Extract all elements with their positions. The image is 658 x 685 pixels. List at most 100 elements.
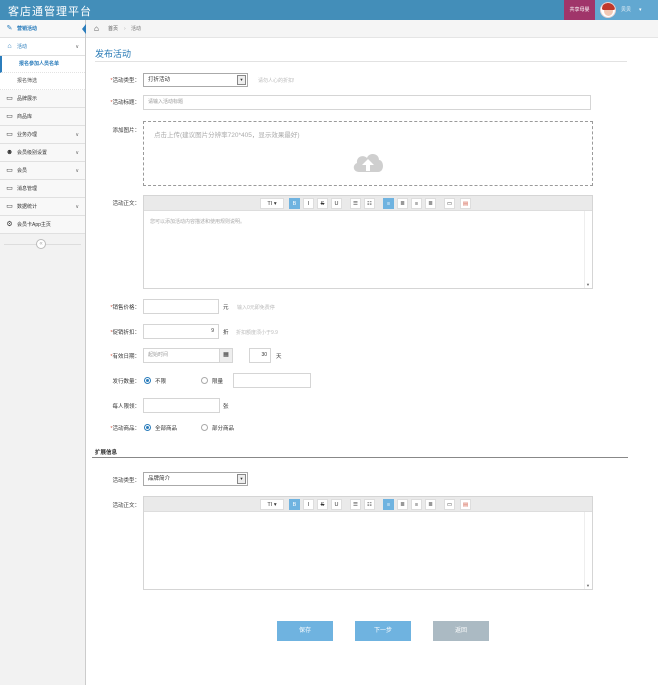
discount-label: *促销折扣： xyxy=(110,330,140,336)
calendar-icon[interactable]: ▦ xyxy=(219,348,233,363)
sidebar-item-label: 数据统计 xyxy=(17,204,38,210)
editor-toolbar: TI ▾ B I S U ☰ ☷ ≡ ≣ ≡ ≣ ▭ ▤ xyxy=(144,497,592,512)
unordered-list-button[interactable]: ☷ xyxy=(364,198,375,209)
save-button[interactable]: 保存 xyxy=(277,621,333,641)
activity-title-input[interactable]: 请输入活动标题 xyxy=(143,95,591,110)
activity-type-value: 打折活动 xyxy=(148,77,171,83)
brand-title: 客店通管理平台 xyxy=(8,5,92,18)
goods-label: *活动商品： xyxy=(110,426,140,432)
ext-rich-text-editor[interactable]: TI ▾ B I S U ☰ ☷ ≡ ≣ ≡ ≣ ▭ ▤ ▼ xyxy=(143,496,593,590)
editor-scrollbar[interactable]: ▼ xyxy=(584,211,592,288)
breadcrumb-current: 活动 xyxy=(131,26,142,32)
activity-type-select[interactable]: 打折活动 ▼ xyxy=(143,73,248,87)
collapse-icon[interactable]: « xyxy=(36,239,46,249)
image-icon[interactable]: ▭ xyxy=(444,499,455,510)
sidebar-item-member[interactable]: ▭ 会员 ∨ xyxy=(0,162,85,180)
sidebar-subitem-label: 报名参加人员名单 xyxy=(19,61,60,67)
editor-content[interactable] xyxy=(144,512,584,589)
ordered-list-button[interactable]: ☰ xyxy=(350,198,361,209)
activity-type-hint: 请勿人心的折扣! xyxy=(258,78,295,84)
page-title: 发布活动 xyxy=(95,49,132,59)
rich-text-editor[interactable]: TI ▾ B I S U ☰ ☷ ≡ ≣ ≡ ≣ ▭ ▤ 您可以添加活动内容描述… xyxy=(143,195,593,289)
per-person-label: 每人限领： xyxy=(112,404,140,410)
sale-price-input[interactable] xyxy=(143,299,219,314)
unordered-list-button[interactable]: ☷ xyxy=(364,499,375,510)
per-person-unit: 张 xyxy=(223,404,229,410)
justify-button[interactable]: ≣ xyxy=(425,499,436,510)
ext-activity-type-select[interactable]: 品牌简介 ▼ xyxy=(143,472,248,486)
sidebar-subitem-signup-list[interactable]: 报名参加人员名单 xyxy=(0,56,85,73)
next-step-button[interactable]: 下一步 xyxy=(355,621,411,641)
discount-unit: 折 xyxy=(223,330,229,336)
sidebar-item-goods[interactable]: ▭ 商品库 xyxy=(0,108,85,126)
sidebar-item-label: 商品库 xyxy=(17,114,33,120)
home-icon: ⌂ xyxy=(7,43,12,50)
breadcrumb-home[interactable]: 首页 xyxy=(108,20,118,38)
discount-hint: 折扣额度须小于9.9 xyxy=(236,330,278,336)
align-center-button[interactable]: ≣ xyxy=(397,499,408,510)
avatar xyxy=(600,2,616,18)
strikethrough-button[interactable]: S xyxy=(317,499,328,510)
sidebar-item-label: 会员卡App主页 xyxy=(17,222,51,228)
sidebar-item-member-level[interactable]: ☻ 会员级别设置 ∨ xyxy=(0,144,85,162)
justify-button[interactable]: ≣ xyxy=(425,198,436,209)
title-divider xyxy=(95,61,627,62)
sidebar-item-marketing[interactable]: ✎ 营销活动 xyxy=(0,20,86,38)
underline-button[interactable]: U xyxy=(331,198,342,209)
align-left-button[interactable]: ≡ xyxy=(383,499,394,510)
users-icon: ☻ xyxy=(5,149,14,156)
sidebar-item-brand[interactable]: ▭ 品牌展示 xyxy=(0,90,85,108)
issue-unlimited-radio[interactable] xyxy=(144,377,151,384)
image-upload-area[interactable]: 点击上传(建议图片分辨率720*405，显示效果最好) xyxy=(143,121,593,186)
scroll-down-icon: ▼ xyxy=(586,583,590,588)
sidebar-item-app-home[interactable]: ⚙ 会员卡App主页 xyxy=(0,216,85,234)
sidebar-item-messages[interactable]: ▭ 消息管理 xyxy=(0,180,85,198)
sidebar-item-activity[interactable]: ⌂ 活动 ∨ xyxy=(0,38,85,56)
chevron-down-icon: ∨ xyxy=(75,150,79,156)
back-button[interactable]: 返回 xyxy=(433,621,489,641)
caret-down-icon: ▾ xyxy=(639,7,642,13)
font-size-button[interactable]: TI ▾ xyxy=(260,198,284,209)
valid-days-input[interactable]: 30 xyxy=(249,348,271,363)
goods-all-radio[interactable] xyxy=(144,424,151,431)
bold-button[interactable]: B xyxy=(289,499,300,510)
ordered-list-button[interactable]: ☰ xyxy=(350,499,361,510)
desktop-icon: ▭ xyxy=(6,167,13,174)
editor-content[interactable]: 您可以添加活动内容描述和使用规则说明。 xyxy=(144,211,584,288)
per-person-input[interactable] xyxy=(143,398,220,413)
editor-scrollbar[interactable]: ▼ xyxy=(584,512,592,589)
home-icon[interactable]: ⌂ xyxy=(94,20,99,38)
sidebar-item-statistics[interactable]: ▭ 数据统计 ∨ xyxy=(0,198,85,216)
sale-price-unit: 元 xyxy=(223,305,229,311)
comments-icon: ✎ xyxy=(6,25,13,32)
image-icon[interactable]: ▭ xyxy=(444,198,455,209)
underline-button[interactable]: U xyxy=(331,499,342,510)
issue-limit-input[interactable] xyxy=(233,373,311,388)
align-left-button[interactable]: ≡ xyxy=(383,198,394,209)
start-date-input[interactable]: 起始时间 xyxy=(143,348,220,363)
chevron-down-icon: ∨ xyxy=(75,204,79,210)
breadcrumb-separator: › xyxy=(124,26,126,32)
color-picker-icon[interactable]: ▤ xyxy=(460,198,471,209)
italic-button[interactable]: I xyxy=(303,499,314,510)
bold-button[interactable]: B xyxy=(289,198,300,209)
user-menu[interactable]: 贝贝 ▾ xyxy=(595,0,658,20)
align-right-button[interactable]: ≡ xyxy=(411,499,422,510)
sidebar-item-label: 业务办理 xyxy=(17,132,38,138)
sale-price-hint: 输入0元即免费停 xyxy=(237,305,275,311)
sidebar-collapse-bar: « xyxy=(0,238,85,250)
font-size-button[interactable]: TI ▾ xyxy=(260,499,284,510)
color-picker-icon[interactable]: ▤ xyxy=(460,499,471,510)
sidebar-subitem-signup-filter[interactable]: 报名筛选 xyxy=(0,73,85,90)
chevron-down-icon: ∨ xyxy=(75,44,79,50)
discount-input[interactable]: 9 xyxy=(143,324,219,339)
shop-badge[interactable]: 共享母婴 xyxy=(564,0,595,20)
issue-limited-radio[interactable] xyxy=(201,377,208,384)
italic-button[interactable]: I xyxy=(303,198,314,209)
strikethrough-button[interactable]: S xyxy=(317,198,328,209)
align-right-button[interactable]: ≡ xyxy=(411,198,422,209)
issue-unlimited-label: 不限 xyxy=(155,379,167,385)
goods-partial-radio[interactable] xyxy=(201,424,208,431)
sidebar-item-business[interactable]: ▭ 业务办理 ∨ xyxy=(0,126,85,144)
align-center-button[interactable]: ≣ xyxy=(397,198,408,209)
